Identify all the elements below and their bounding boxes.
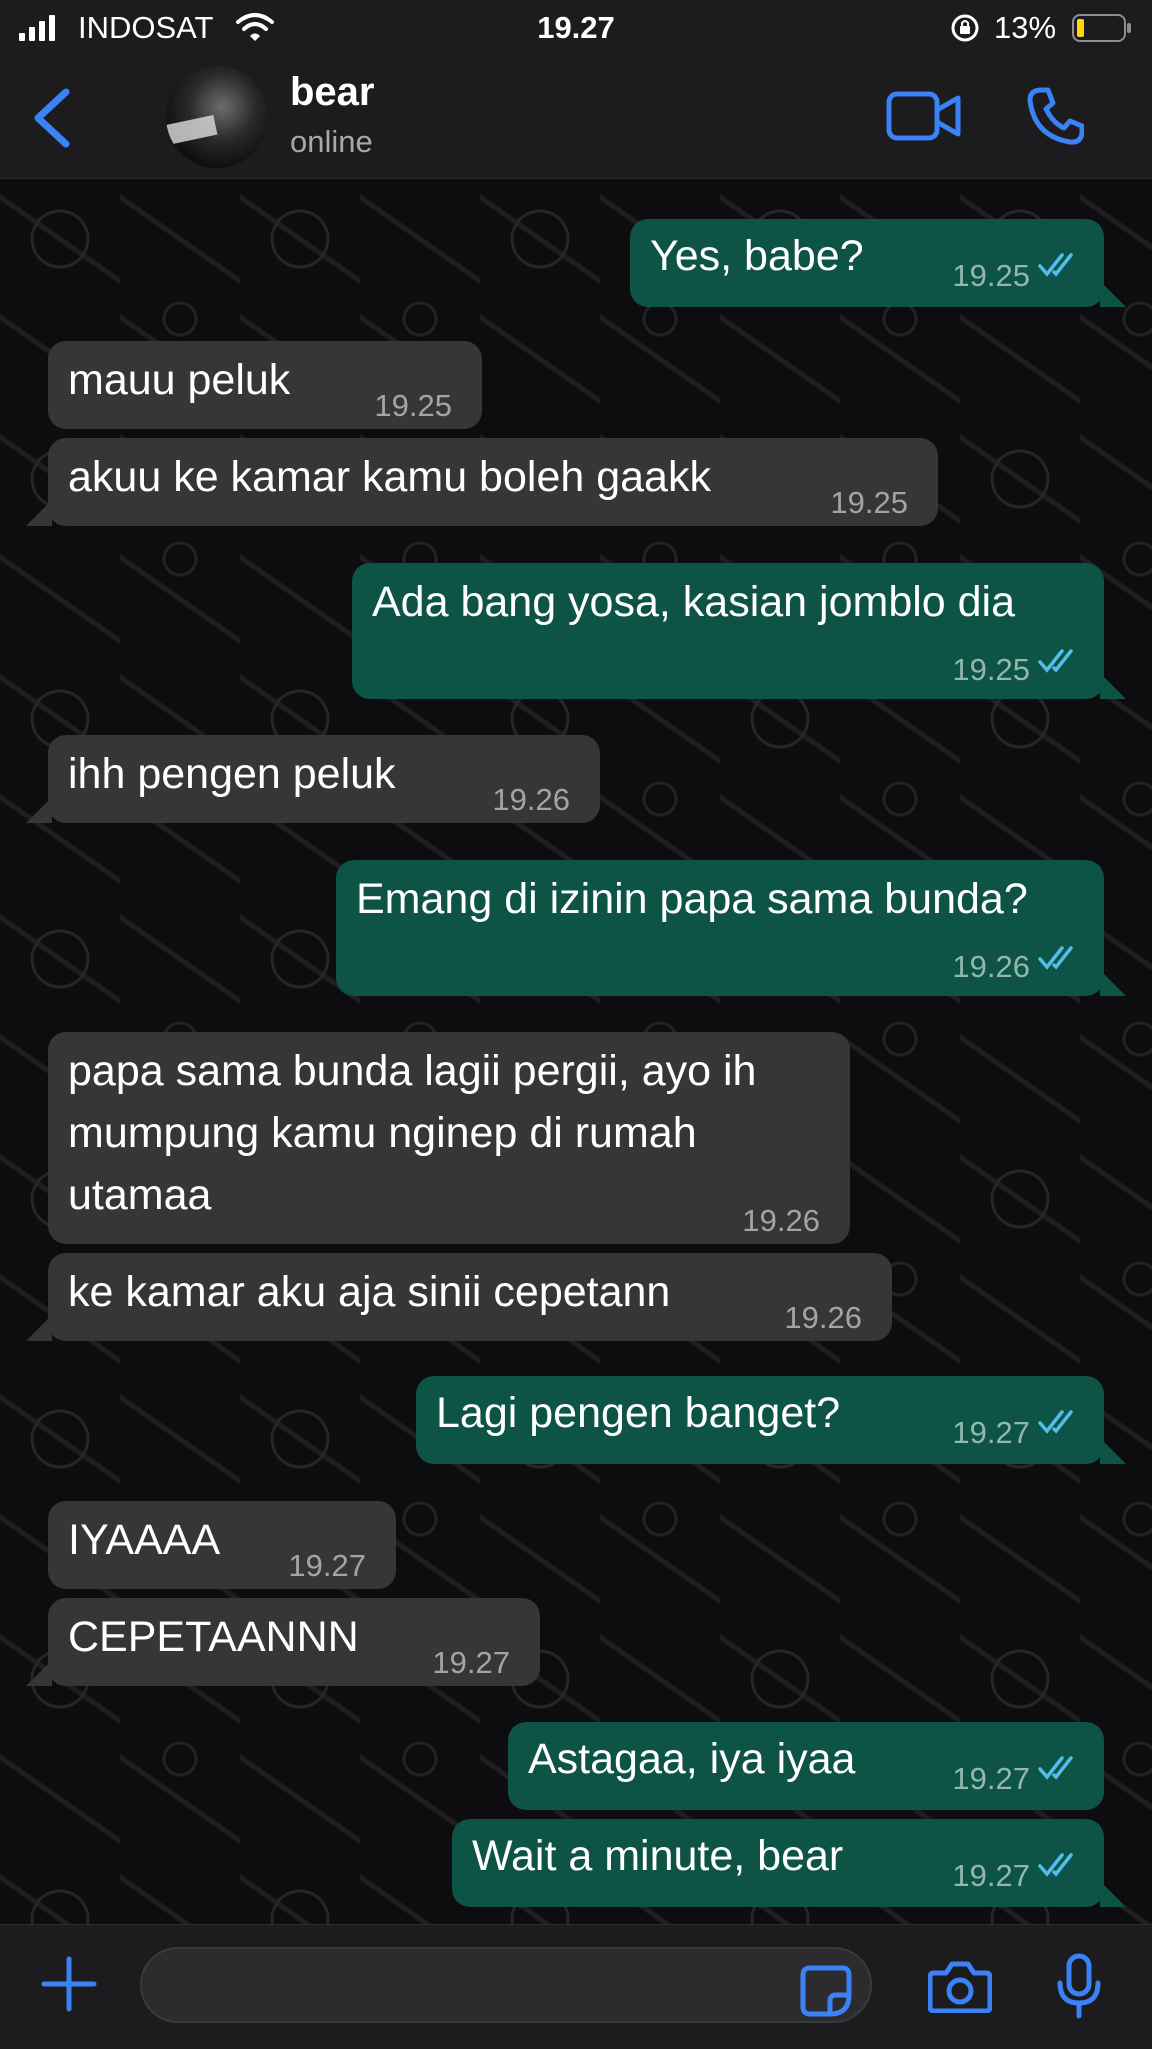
- rotation-lock-icon: [951, 14, 979, 42]
- sticker-icon[interactable]: [800, 1965, 852, 2017]
- message-time: 19.25: [952, 652, 1030, 687]
- message-input-bar: [0, 1924, 1152, 2049]
- message-time: 19.27: [952, 1415, 1030, 1450]
- message-bubble-out[interactable]: Lagi pengen banget? 19.27: [416, 1376, 1126, 1464]
- double-check-icon: [1038, 1853, 1073, 1877]
- chat-area[interactable]: Yes, babe? 19.25 mauu peluk 19.25 akuu k…: [0, 179, 1152, 1924]
- battery-icon: [1072, 14, 1131, 42]
- contact-name[interactable]: bear: [290, 70, 375, 115]
- message-text: Emang di izinin papa sama bunda?: [356, 875, 1028, 923]
- double-check-icon: [1038, 649, 1073, 673]
- battery-percent: 13%: [994, 10, 1057, 45]
- message-bubble-out[interactable]: Ada bang yosa, kasian jomblo dia 19.25: [352, 563, 1126, 699]
- message-text: Wait a minute, bear: [472, 1832, 844, 1880]
- message-time: 19.26: [492, 782, 570, 817]
- status-bar: INDOSAT 19.27 13%: [0, 0, 1152, 58]
- double-check-icon: [1038, 253, 1073, 277]
- double-check-icon: [1038, 1410, 1073, 1434]
- message-bubble-in[interactable]: mauu peluk 19.25: [48, 341, 482, 429]
- message-time: 19.27: [432, 1645, 510, 1680]
- message-text: Yes, babe?: [650, 232, 864, 280]
- back-chevron-icon[interactable]: [30, 86, 74, 150]
- message-text-line: papa sama bunda lagii pergii, ayo ih: [68, 1047, 757, 1095]
- message-time: 19.27: [952, 1858, 1030, 1893]
- message-bubble-out[interactable]: Wait a minute, bear 19.27: [452, 1819, 1126, 1907]
- message-text: ke kamar aku aja sinii cepetann: [68, 1268, 671, 1316]
- chat-header: bear online: [0, 58, 1152, 179]
- message-text: CEPETAANNN: [68, 1613, 359, 1661]
- message-text: IYAAAA: [68, 1516, 221, 1564]
- message-input[interactable]: [140, 1947, 872, 2023]
- message-time: 19.26: [742, 1203, 820, 1238]
- double-check-icon: [1038, 1756, 1073, 1780]
- message-bubble-in[interactable]: akuu ke kamar kamu boleh gaakk 19.25: [26, 438, 938, 526]
- message-time: 19.25: [952, 258, 1030, 293]
- phone-call-icon[interactable]: [1026, 86, 1084, 146]
- contact-status: online: [290, 124, 373, 159]
- message-bubble-out[interactable]: Yes, babe? 19.25: [630, 219, 1126, 307]
- message-bubble-in[interactable]: CEPETAANNN 19.27: [26, 1598, 540, 1686]
- message-text: mauu peluk: [68, 356, 291, 404]
- message-time: 19.25: [374, 388, 452, 423]
- message-bubble-in[interactable]: IYAAAA 19.27: [48, 1501, 396, 1589]
- message-bubble-out[interactable]: Emang di izinin papa sama bunda? 19.26: [336, 860, 1126, 996]
- message-time: 19.26: [952, 949, 1030, 984]
- message-text-line: mumpung kamu nginep di rumah: [68, 1109, 697, 1157]
- message-time: 19.27: [288, 1548, 366, 1583]
- plus-icon[interactable]: [40, 1955, 98, 2013]
- double-check-icon: [1038, 946, 1073, 970]
- message-text: Lagi pengen banget?: [436, 1389, 841, 1437]
- message-text-line: utamaa: [68, 1171, 212, 1219]
- message-bubble-in[interactable]: ke kamar aku aja sinii cepetann 19.26: [26, 1253, 892, 1341]
- message-time: 19.25: [830, 485, 908, 520]
- microphone-icon[interactable]: [1056, 1953, 1102, 2019]
- message-text: Astagaa, iya iyaa: [528, 1735, 856, 1783]
- message-bubble-in[interactable]: ihh pengen peluk 19.26: [26, 735, 600, 823]
- message-text: akuu ke kamar kamu boleh gaakk: [68, 453, 711, 501]
- video-call-icon[interactable]: [886, 88, 962, 144]
- message-text: ihh pengen peluk: [68, 750, 396, 798]
- message-time: 19.26: [784, 1300, 862, 1335]
- camera-icon[interactable]: [928, 1959, 992, 2013]
- message-text: Ada bang yosa, kasian jomblo dia: [372, 578, 1016, 626]
- message-bubble-out[interactable]: Astagaa, iya iyaa 19.27: [508, 1722, 1104, 1810]
- message-bubble-in[interactable]: papa sama bunda lagii pergii, ayo ih mum…: [48, 1032, 850, 1244]
- message-time: 19.27: [952, 1761, 1030, 1796]
- avatar[interactable]: [166, 66, 268, 168]
